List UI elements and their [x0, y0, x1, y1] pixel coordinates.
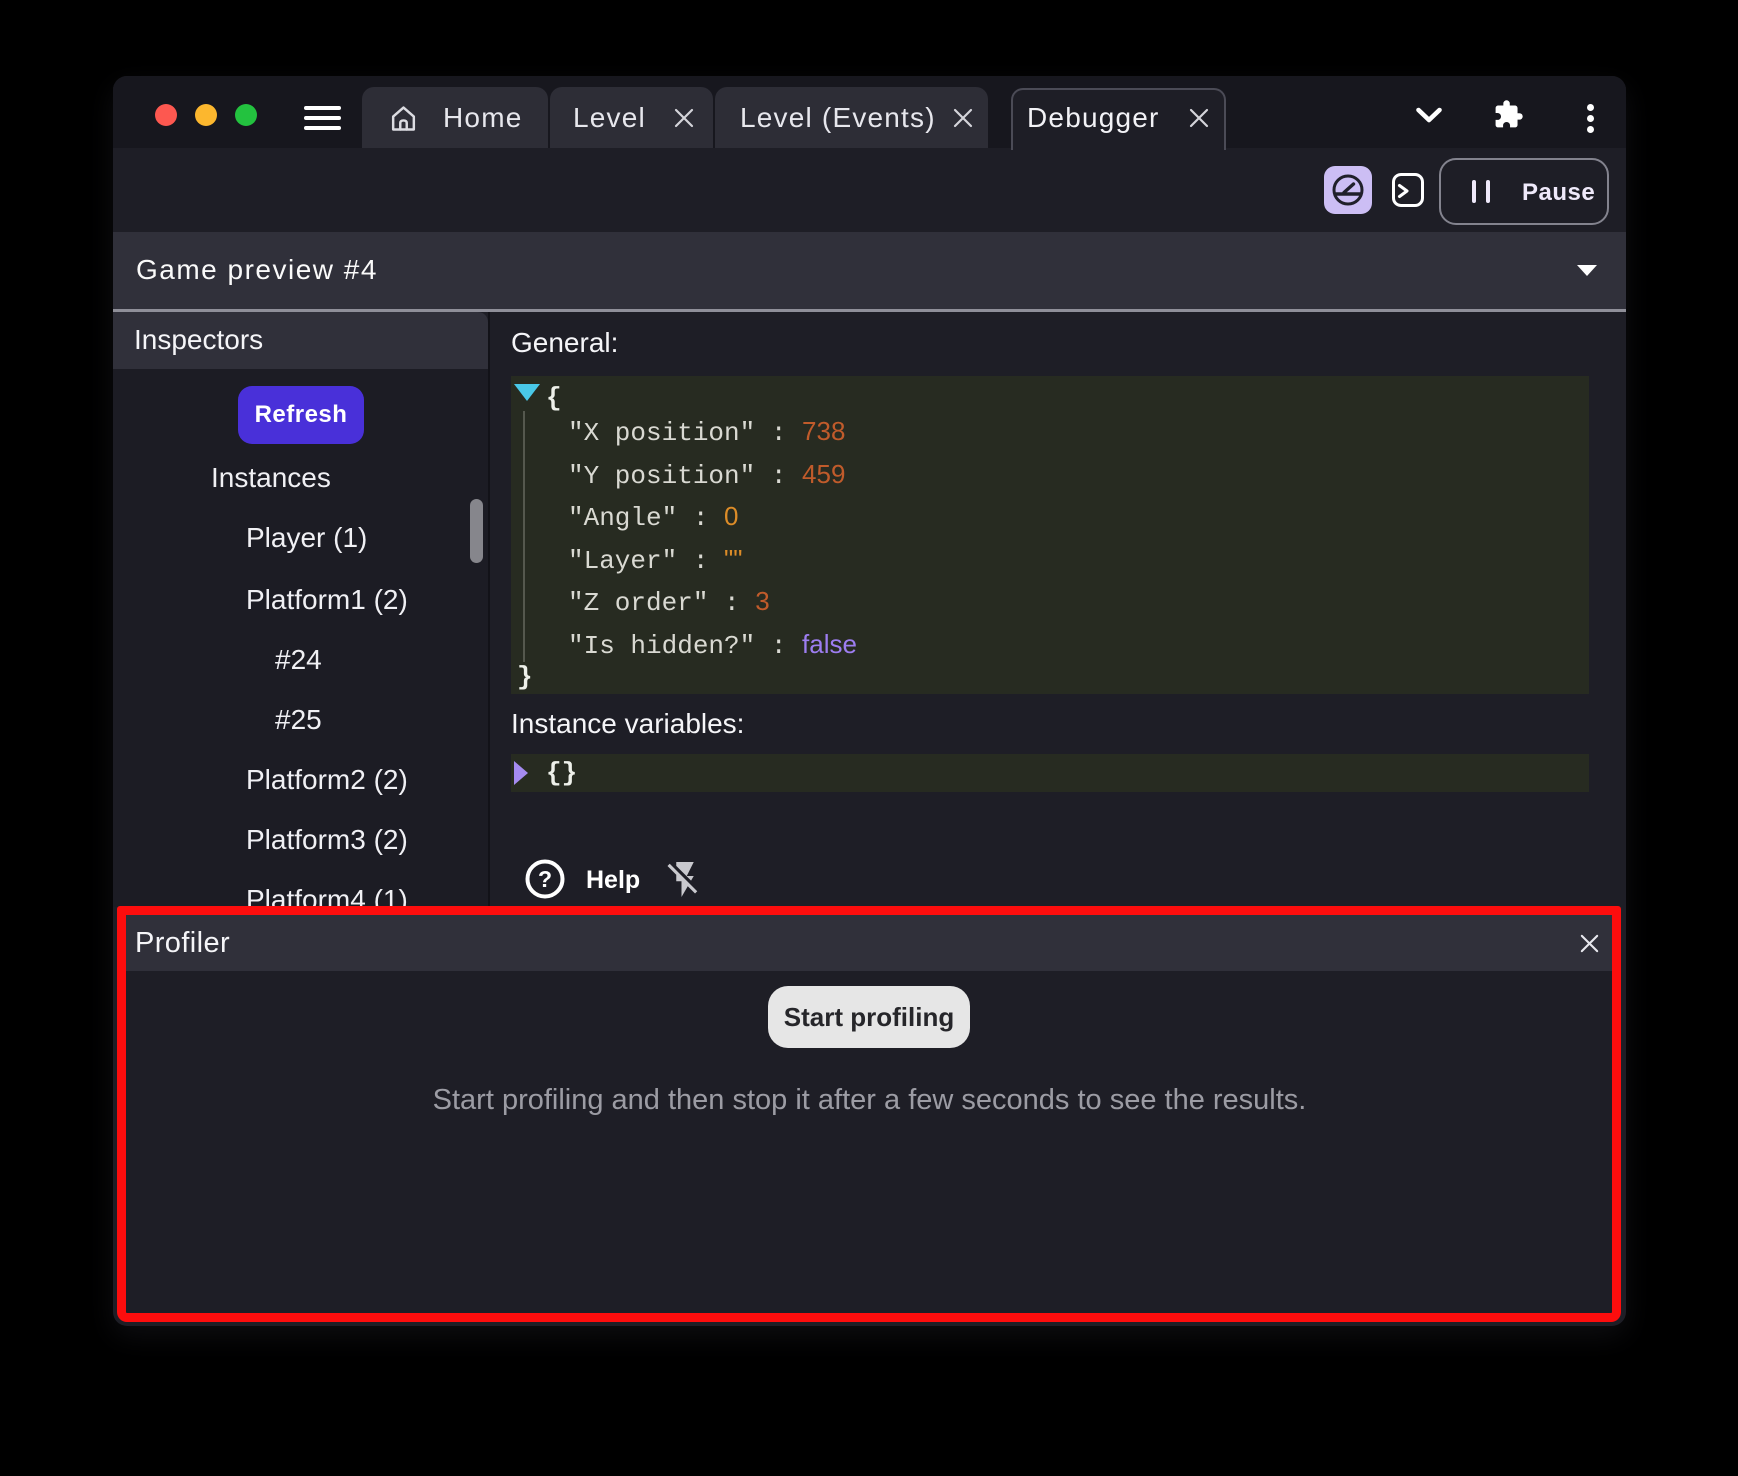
- svg-text:?: ?: [538, 866, 552, 892]
